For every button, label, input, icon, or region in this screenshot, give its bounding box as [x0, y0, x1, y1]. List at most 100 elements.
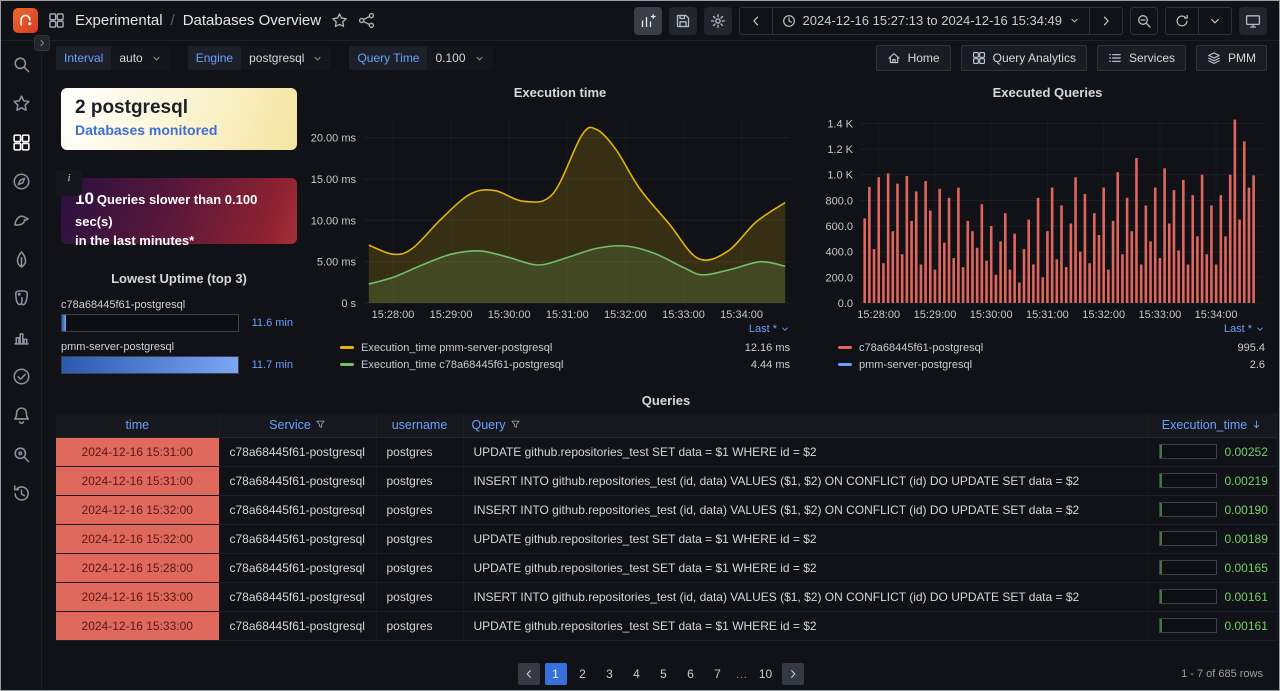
pagination-page-6[interactable]: 6: [680, 663, 702, 685]
pagination-page-3[interactable]: 3: [599, 663, 621, 685]
pagination-page-7[interactable]: 7: [707, 663, 729, 685]
variable-interval-label: Interval: [56, 46, 111, 70]
sidebar-item-history[interactable]: [1, 474, 42, 513]
pmm-button[interactable]: PMM: [1196, 45, 1267, 71]
uptime-gauge-fill: [62, 315, 66, 331]
refresh-button[interactable]: [1166, 8, 1198, 34]
pagination-page-1[interactable]: 1: [545, 663, 567, 685]
favorite-star-icon[interactable]: [331, 12, 348, 29]
dashboards-icon: [12, 133, 31, 152]
executed-queries-panel-title[interactable]: Executed Queries: [816, 85, 1279, 100]
execution-time-value: 0.00189: [1225, 532, 1268, 546]
refresh-interval-caret[interactable]: [1198, 8, 1231, 34]
legend-series-name[interactable]: c78a68445f61-postgresql: [859, 342, 983, 354]
info-icon[interactable]: i: [56, 170, 82, 196]
pagination-prev-button[interactable]: [518, 663, 540, 685]
svg-text:1.0 K: 1.0 K: [827, 170, 853, 182]
sidebar-item-operating-system[interactable]: [1, 162, 42, 201]
sidebar-expand-button[interactable]: [34, 35, 50, 51]
time-range-picker[interactable]: 2024-12-16 15:27:13 to 2024-12-16 15:34:…: [772, 8, 1090, 34]
cell-query: UPDATE github.repositories_test SET data…: [463, 553, 1148, 582]
legend-series-last-value: 12.16 ms: [745, 342, 790, 354]
legend-last-header[interactable]: Last *: [838, 323, 1265, 335]
cell-time: 2024-12-16 15:33:00: [56, 582, 219, 611]
time-range-group: 2024-12-16 15:27:13 to 2024-12-16 15:34:…: [739, 7, 1124, 35]
sidebar-item-explore[interactable]: [1, 435, 42, 474]
execution-time-value: 0.00161: [1225, 619, 1268, 633]
legend-series-name[interactable]: pmm-server-postgresql: [859, 359, 972, 371]
dashboard-settings-button[interactable]: [704, 7, 732, 35]
legend-last-header[interactable]: Last *: [340, 323, 790, 335]
time-shift-back-button[interactable]: [740, 8, 772, 34]
sidebar-item-mysql[interactable]: [1, 201, 42, 240]
cell-service: c78a68445f61-postgresql: [219, 553, 376, 582]
pagination-page-10[interactable]: 10: [755, 663, 777, 685]
home-button[interactable]: Home: [876, 45, 951, 71]
zoom-out-button[interactable]: [1130, 7, 1158, 35]
time-shift-forward-button[interactable]: [1089, 8, 1122, 34]
caret-down-icon: [474, 53, 485, 64]
uptime-gauge-fill: [62, 357, 238, 373]
slow-queries-text: Queries slower than 0.100 sec(s): [75, 192, 257, 229]
sort-desc-icon[interactable]: [1251, 419, 1262, 430]
variable-query-time-select[interactable]: 0.100: [427, 46, 492, 70]
variable-engine-select[interactable]: postgresql: [241, 46, 331, 70]
cell-username: postgres: [376, 582, 463, 611]
svg-text:0 s: 0 s: [341, 298, 356, 310]
column-header-execution_time[interactable]: Execution_time: [1148, 413, 1276, 437]
dashboard-toolbar: IntervalautoEnginepostgresqlQuery Time0.…: [42, 41, 1279, 75]
execution-time-panel-title[interactable]: Execution time: [304, 85, 816, 100]
cell-service: c78a68445f61-postgresql: [219, 524, 376, 553]
sidebar-item-alerting[interactable]: [1, 396, 42, 435]
variable-interval-select[interactable]: auto: [111, 46, 169, 70]
cell-username: postgres: [376, 611, 463, 640]
save-dashboard-button[interactable]: [669, 7, 697, 35]
legend-series-last-value: 2.6: [1250, 359, 1265, 371]
column-header-time[interactable]: time: [56, 413, 219, 437]
breadcrumb: Experimental / Databases Overview: [75, 12, 321, 29]
cell-execution-time: 0.00165: [1148, 553, 1276, 582]
pagination-page-5[interactable]: 5: [653, 663, 675, 685]
cell-query: INSERT INTO github.repositories_test (id…: [463, 495, 1148, 524]
legend-series-name[interactable]: Execution_time pmm-server-postgresql: [361, 342, 552, 354]
explore-icon: [12, 445, 31, 464]
home-button-label: Home: [908, 51, 940, 65]
postgresql-icon: [12, 289, 31, 308]
apps-grid-icon[interactable]: [48, 12, 65, 29]
add-panel-button[interactable]: [634, 7, 662, 35]
pagination-page-4[interactable]: 4: [626, 663, 648, 685]
pagination-next-button[interactable]: [782, 663, 804, 685]
slow-queries-card: 10Queries slower than 0.100 sec(s) in th…: [61, 178, 297, 244]
pmm-logo-icon[interactable]: [13, 8, 38, 33]
queries-panel-title[interactable]: Queries: [56, 393, 1276, 408]
kiosk-mode-button[interactable]: [1239, 7, 1267, 35]
variable-query-time: Query Time0.100: [349, 46, 492, 70]
filter-icon[interactable]: [315, 419, 326, 430]
query-analytics-button-label: Query Analytics: [993, 51, 1076, 65]
executed-queries-chart[interactable]: 0.0200.0400.0600.0800.01.0 K1.2 K1.4 K15…: [816, 103, 1279, 333]
sidebar-item-mongodb[interactable]: [1, 240, 42, 279]
legend-row: pmm-server-postgresql 2.6: [838, 356, 1265, 373]
sidebar-item-query-analytics[interactable]: [1, 318, 42, 357]
pagination-page-2[interactable]: 2: [572, 663, 594, 685]
column-header-username[interactable]: username: [376, 413, 463, 437]
execution-time-gauge: [1159, 560, 1217, 575]
column-header-service[interactable]: Service: [219, 413, 376, 437]
cell-time: 2024-12-16 15:31:00: [56, 466, 219, 495]
sidebar-item-search[interactable]: [1, 45, 42, 84]
query-analytics-button[interactable]: Query Analytics: [961, 45, 1087, 71]
sidebar-item-advisors[interactable]: [1, 357, 42, 396]
share-icon[interactable]: [358, 12, 375, 29]
execution-time-gauge-fill: [1160, 561, 1162, 574]
filter-icon[interactable]: [510, 419, 521, 430]
column-header-query[interactable]: Query: [463, 413, 1148, 437]
legend-series-name[interactable]: Execution_time c78a68445f61-postgresql: [361, 359, 563, 371]
execution-time-chart[interactable]: 0 s5.00 ms10.00 ms15.00 ms20.00 ms15:28:…: [304, 103, 816, 333]
breadcrumb-folder[interactable]: Experimental: [75, 12, 163, 29]
sidebar-item-postgresql[interactable]: [1, 279, 42, 318]
sidebar-item-dashboards[interactable]: [1, 123, 42, 162]
svg-text:10.00 ms: 10.00 ms: [311, 215, 357, 227]
history-icon: [12, 484, 31, 503]
services-button[interactable]: Services: [1097, 45, 1186, 71]
sidebar-item-starred[interactable]: [1, 84, 42, 123]
